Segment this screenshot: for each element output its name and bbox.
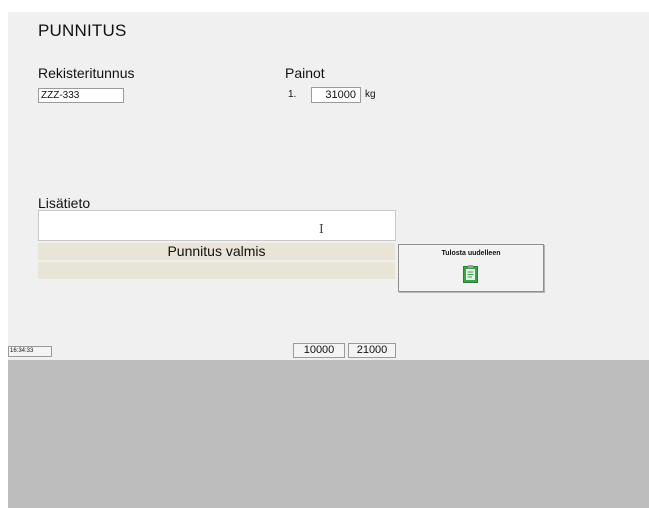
registration-input[interactable] — [38, 88, 124, 103]
reprint-button[interactable]: Tulosta uudelleen — [398, 244, 544, 292]
weight-1-index: 1. — [288, 89, 297, 100]
text-cursor-icon: I — [319, 222, 324, 236]
total-field-1: 10000 — [293, 343, 345, 358]
weight-1-unit: kg — [365, 89, 376, 100]
page-title: PUNNITUS — [38, 21, 127, 40]
status-bar: Punnitus valmis — [38, 243, 395, 260]
info-input[interactable] — [38, 210, 396, 241]
weight-1-value: 31000 — [311, 87, 361, 103]
weighing-window: PUNNITUS Rekisteritunnus Painot 1. 31000… — [8, 12, 649, 508]
reprint-button-label: Tulosta uudelleen — [441, 250, 501, 257]
lower-panel — [8, 360, 649, 508]
registration-label: Rekisteritunnus — [38, 65, 135, 81]
weights-label: Painot — [285, 65, 325, 81]
total-field-2: 21000 — [348, 343, 396, 358]
status-bar-secondary — [38, 262, 395, 279]
document-print-icon — [463, 265, 478, 283]
clock-display: 16:34:33 — [8, 346, 52, 357]
info-label: Lisätieto — [38, 195, 91, 211]
